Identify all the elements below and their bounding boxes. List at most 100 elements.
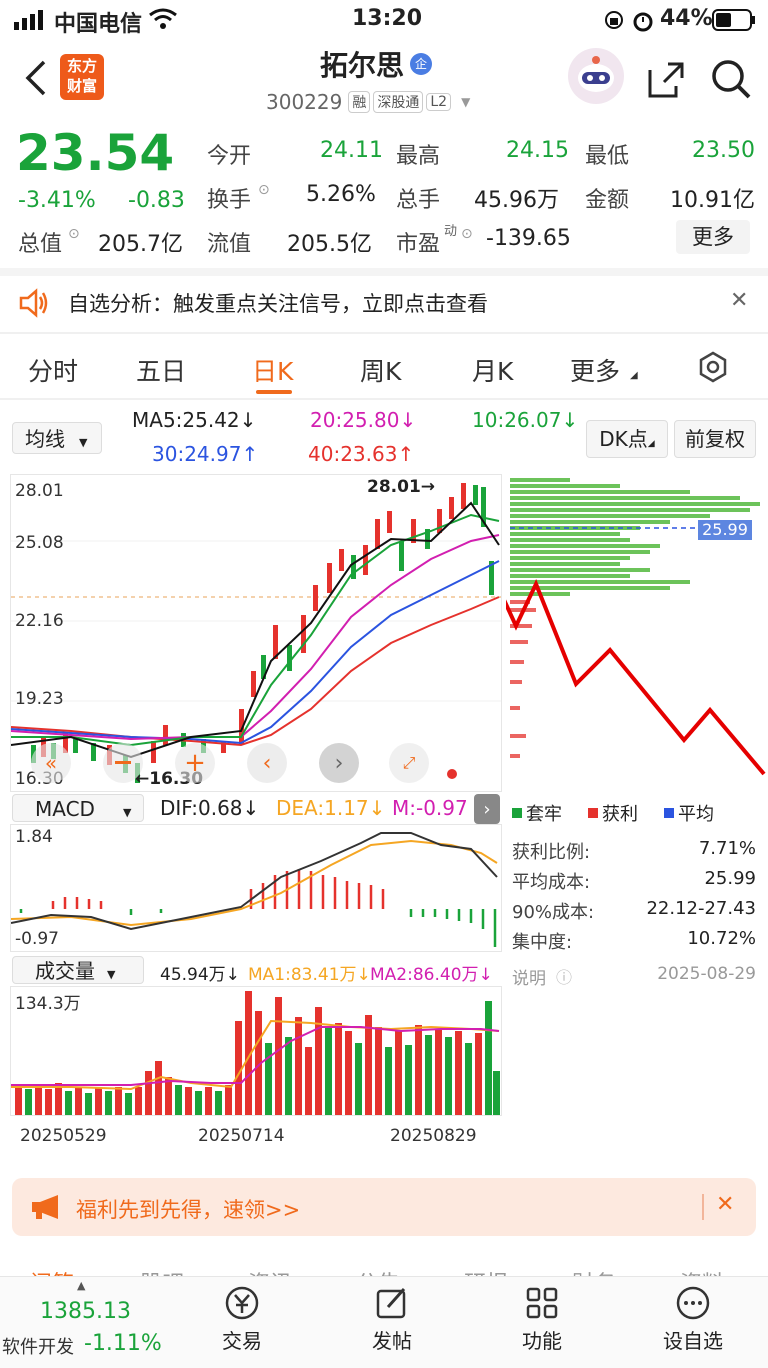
indicator-select-label: 均线	[25, 427, 65, 451]
amount-value: 10.91亿	[670, 188, 755, 213]
expand-icon[interactable]: ⤢	[389, 743, 429, 783]
nav-functions[interactable]: 功能	[510, 1285, 574, 1354]
analysis-notice[interactable]: 自选分析：触发重点关注信号，立即点击查看 ✕	[0, 276, 768, 330]
more-corner-icon: ◢	[630, 370, 638, 381]
dif-value: DIF:0.68↓	[160, 796, 260, 820]
app-logo[interactable]: 东方 财富	[60, 54, 104, 100]
nav-add-watchlist-label: 设自选	[663, 1329, 723, 1353]
kline-chart[interactable]: 28.01 25.08 22.16 19.23 16.30 28.01→ ←16…	[10, 474, 502, 792]
volume-value: 45.94万↓	[160, 965, 240, 985]
nav-trade[interactable]: 交易	[210, 1285, 274, 1354]
high-label: 最高	[396, 144, 441, 169]
avg-cost-value: 25.99	[704, 868, 756, 889]
more-button[interactable]: 更多	[676, 220, 750, 254]
yen-icon	[224, 1286, 260, 1325]
index-name[interactable]: 软件开发	[2, 1333, 74, 1359]
index-value[interactable]: 1385.13	[40, 1299, 131, 1324]
stock-header: 东方 财富 拓尔思 企 300229 融 深股通 L2 ▼	[0, 40, 768, 120]
quote-panel: 23.54 -3.41% -0.83 今开 24.11 最高 24.15 最低 …	[0, 120, 768, 268]
ma10-value: 10:26.07↓	[472, 408, 579, 432]
dk-point-button[interactable]: DK点◢	[586, 420, 668, 458]
tab-five-day[interactable]: 五日	[136, 352, 186, 388]
adjust-button[interactable]: 前复权	[674, 420, 756, 458]
live-dot	[447, 769, 457, 779]
assistant-avatar[interactable]	[568, 48, 624, 104]
prev-icon[interactable]: ‹	[247, 743, 287, 783]
share-icon[interactable]	[646, 60, 686, 104]
macd-panel[interactable]: MACD ▼ DIF:0.68↓ DEA:1.17↓ M:-0.97 › 1.84…	[10, 794, 502, 952]
date-label-1: 20250529	[20, 1126, 107, 1146]
turnover-value: 5.26%	[306, 182, 376, 207]
nav-add-watchlist[interactable]: 设自选	[652, 1285, 734, 1354]
rewind-icon[interactable]: «	[31, 743, 71, 783]
close-icon[interactable]: ✕	[730, 288, 748, 313]
info-icon[interactable]: ⓘ	[556, 964, 572, 988]
divider	[0, 398, 768, 400]
dropdown-icon: ▼	[107, 968, 116, 981]
ma5-value: MA5:25.42↓	[132, 408, 257, 432]
open-value: 24.11	[320, 138, 383, 163]
ma20-line	[11, 534, 500, 741]
info-icon[interactable]: ⊙	[258, 182, 270, 198]
caret-up-icon[interactable]: ▲	[77, 1279, 85, 1292]
gear-icon[interactable]	[696, 350, 730, 388]
dk-label: DK点	[599, 427, 648, 451]
expand-right-icon[interactable]: ›	[474, 794, 500, 824]
ma-legend: 均线 ▼ MA5:25.42↓ 20:25.80↓ 10:26.07↓ 30:24…	[0, 402, 768, 472]
zoom-in-icon[interactable]: +	[175, 743, 215, 783]
info-icon[interactable]: ⊙	[461, 226, 473, 242]
tab-intraday[interactable]: 分时	[28, 352, 78, 388]
enterprise-badge: 企	[410, 53, 433, 75]
close-icon[interactable]: ✕	[716, 1192, 734, 1217]
pe-label: 市盈	[396, 232, 441, 257]
index-change[interactable]: -1.11%	[84, 1331, 162, 1356]
y-label-top: 28.01	[15, 481, 64, 501]
legend-swatch-profit	[588, 808, 598, 818]
tab-monthly-k[interactable]: 月K	[472, 352, 513, 388]
legend-swatch-average	[664, 808, 674, 818]
nav-trade-label: 交易	[222, 1329, 262, 1353]
volume-panel[interactable]: 成交量 ▼ 45.94万↓ MA1:83.41万↓ MA2:86.40万↓ 13…	[10, 956, 502, 1164]
high-value: 24.15	[506, 138, 569, 163]
legend-swatch-trapped	[512, 808, 522, 818]
legend-average: 平均	[678, 804, 714, 825]
carrier: 中国电信	[54, 12, 143, 37]
promo-banner[interactable]: 福利先到先得，速领>> ✕	[12, 1178, 756, 1236]
tab-more[interactable]: 更多	[570, 352, 620, 388]
macd-select[interactable]: MACD ▼	[12, 794, 144, 822]
chip-distribution[interactable]: 25.99	[506, 474, 768, 792]
search-icon[interactable]	[710, 58, 752, 104]
tab-daily-k[interactable]: 日K	[252, 352, 293, 388]
info-icon[interactable]: ⊙	[68, 226, 80, 242]
pe-value: -139.65	[486, 226, 571, 251]
amount-label: 金额	[585, 188, 630, 213]
bottom-nav: ▲ 1385.13 软件开发 -1.11% 交易 发帖 功能 设自选	[0, 1276, 768, 1368]
ma10-line	[11, 513, 500, 747]
high-marker: 28.01→	[367, 477, 436, 497]
open-label: 今开	[207, 144, 252, 169]
tab-weekly-k[interactable]: 周K	[360, 352, 401, 388]
tag-connect: 深股通	[373, 91, 424, 113]
date-label-3: 20250829	[390, 1126, 477, 1146]
clock: 13:20	[352, 6, 423, 31]
last-price: 23.54	[16, 124, 175, 182]
edit-icon	[374, 1288, 410, 1325]
next-icon[interactable]: ›	[319, 743, 359, 783]
volume-select[interactable]: 成交量 ▼	[12, 956, 144, 984]
date-label-2: 20250714	[198, 1126, 285, 1146]
nav-post[interactable]: 发帖	[360, 1285, 424, 1354]
stock-code: 300229	[266, 90, 343, 114]
note-link[interactable]: 说明	[512, 964, 546, 989]
y-label-4: 19.23	[15, 689, 64, 709]
legend-profit: 获利	[602, 804, 638, 825]
zoom-out-icon[interactable]	[103, 743, 143, 783]
promo-text: 福利先到先得，速领>>	[76, 1198, 301, 1222]
back-icon[interactable]	[16, 58, 56, 98]
logo-line2: 财富	[66, 77, 97, 95]
macd-plot: 1.84 -0.97	[10, 824, 502, 952]
ma20-value: 20:25.80↓	[310, 408, 417, 432]
indicator-select[interactable]: 均线 ▼	[12, 422, 102, 454]
period-tabs: 分时 五日 日K 周K 月K 更多 ◢	[0, 336, 768, 396]
status-bar: 中国电信 13:20 44%	[0, 0, 768, 40]
dropdown-icon[interactable]: ▼	[461, 95, 470, 109]
